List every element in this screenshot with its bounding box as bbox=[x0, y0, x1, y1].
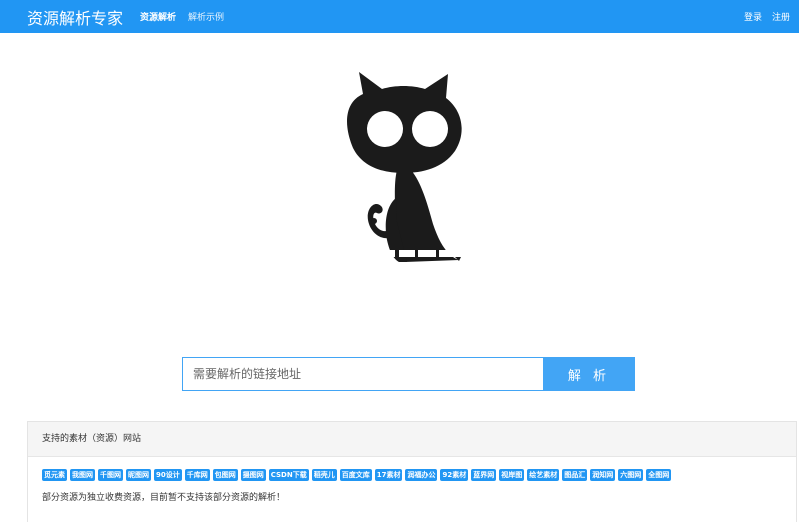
site-tag[interactable]: 17素材 bbox=[374, 469, 403, 481]
site-tag[interactable]: 摄图网 bbox=[240, 469, 266, 481]
site-tag[interactable]: 百度文库 bbox=[339, 469, 372, 481]
black-cat-logo-icon bbox=[335, 72, 470, 267]
site-tag[interactable]: 绘艺素材 bbox=[527, 469, 560, 481]
nav-right-group: 登录 注册 bbox=[744, 10, 790, 23]
site-tag-list: 觅元素 我图网 千图网 昵图网 90设计 千库网 包图网 摄图网 CSDN下载 … bbox=[42, 469, 672, 481]
nav-link-resource-parse[interactable]: 资源解析 bbox=[140, 10, 176, 23]
unsupported-note: 部分资源为独立收费资源，目前暂不支持该部分资源的解析！ bbox=[42, 493, 286, 503]
site-tag[interactable]: 稻壳儿 bbox=[311, 469, 337, 481]
site-tag[interactable]: 昵图网 bbox=[126, 469, 151, 481]
brand-title[interactable]: 资源解析专家 bbox=[27, 5, 123, 29]
supported-sites-panel: 支持的素材（资源）网站 觅元素 我图网 千图网 昵图网 90设计 千库网 包图网… bbox=[27, 421, 797, 522]
nav-link-parse-examples[interactable]: 解析示例 bbox=[188, 10, 224, 23]
site-tag[interactable]: 包图网 bbox=[212, 469, 238, 481]
site-tag[interactable]: 全图网 bbox=[646, 469, 672, 481]
site-tag[interactable]: 千图网 bbox=[98, 469, 123, 481]
site-tag[interactable]: 90设计 bbox=[154, 469, 182, 481]
site-tag[interactable]: 视岸图 bbox=[499, 469, 525, 481]
site-tag[interactable]: 千库网 bbox=[184, 469, 210, 481]
site-tag[interactable]: 润福办公 bbox=[405, 469, 438, 481]
site-tag[interactable]: 我图网 bbox=[70, 469, 95, 481]
url-input[interactable] bbox=[182, 357, 543, 391]
login-link[interactable]: 登录 bbox=[744, 10, 762, 23]
search-bar: 解 析 bbox=[182, 357, 635, 391]
site-tag[interactable]: 润知网 bbox=[590, 469, 616, 481]
site-tag[interactable]: CSDN下载 bbox=[268, 469, 309, 481]
site-tag[interactable]: 图品汇 bbox=[562, 469, 588, 481]
parse-button[interactable]: 解 析 bbox=[543, 357, 635, 391]
panel-title: 支持的素材（资源）网站 bbox=[28, 422, 796, 457]
register-link[interactable]: 注册 bbox=[772, 10, 790, 23]
site-tag[interactable]: 蓝界网 bbox=[471, 469, 497, 481]
site-tag[interactable]: 觅元素 bbox=[42, 469, 67, 481]
site-tag[interactable]: 六图网 bbox=[618, 469, 644, 481]
site-tag[interactable]: 92素材 bbox=[440, 469, 469, 481]
top-navbar: 资源解析专家 资源解析 解析示例 登录 注册 bbox=[0, 0, 799, 33]
